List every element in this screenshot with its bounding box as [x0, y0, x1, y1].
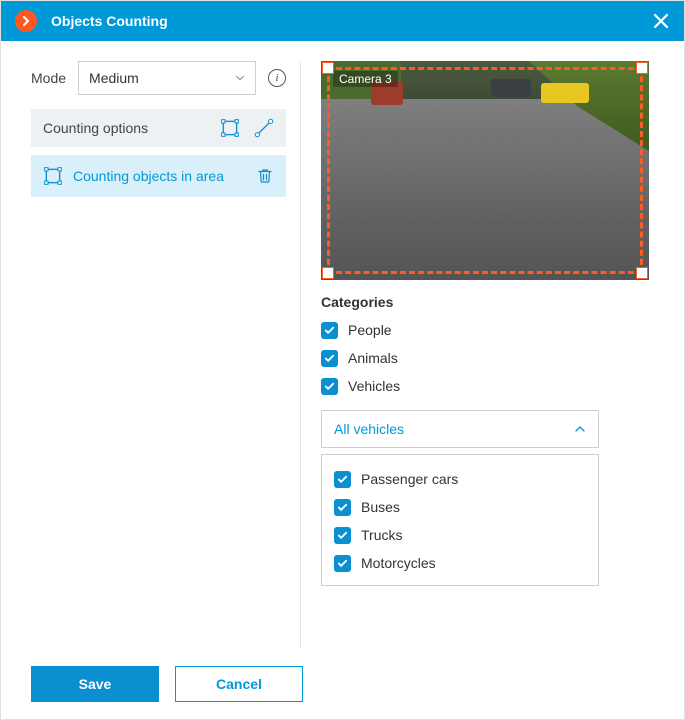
objects-counting-dialog: Objects Counting Mode Medium i Counting … — [0, 0, 685, 720]
close-button[interactable] — [652, 12, 670, 30]
category-label: Vehicles — [348, 378, 400, 394]
vehicles-dropdown-label: All vehicles — [334, 421, 404, 437]
vehicle-option-label: Buses — [361, 499, 400, 515]
area-tool-button[interactable] — [220, 118, 240, 138]
preview-scene — [321, 61, 649, 280]
cancel-button[interactable]: Cancel — [175, 666, 303, 702]
vehicle-option-label: Motorcycles — [361, 555, 436, 571]
category-vehicles[interactable]: Vehicles — [321, 372, 654, 400]
categories-title: Categories — [321, 294, 654, 310]
check-icon — [324, 381, 335, 392]
check-icon — [324, 325, 335, 336]
line-tool-button[interactable] — [254, 118, 274, 138]
chevron-down-icon — [235, 73, 245, 83]
vehicles-dropdown-toggle[interactable]: All vehicles — [322, 411, 598, 447]
line-icon — [254, 118, 274, 138]
vehicle-option-motorcycles[interactable]: Motorcycles — [334, 549, 586, 577]
category-animals[interactable]: Animals — [321, 344, 654, 372]
check-icon — [337, 530, 348, 541]
camera-preview[interactable]: Camera 3 — [321, 61, 649, 280]
vehicle-option-trucks[interactable]: Trucks — [334, 521, 586, 549]
counting-options-title: Counting options — [43, 120, 148, 136]
checkbox-vehicles[interactable] — [321, 378, 338, 395]
save-button[interactable]: Save — [31, 666, 159, 702]
delete-area-button[interactable] — [256, 167, 274, 185]
info-icon[interactable]: i — [268, 69, 286, 87]
check-icon — [324, 353, 335, 364]
dialog-body: Mode Medium i Counting options — [1, 41, 684, 649]
vehicle-option-label: Passenger cars — [361, 471, 458, 487]
checkbox-people[interactable] — [321, 322, 338, 339]
camera-label: Camera 3 — [333, 71, 398, 87]
selection-handle-br[interactable] — [636, 267, 648, 279]
close-icon — [652, 12, 670, 30]
vehicle-option-passenger-cars[interactable]: Passenger cars — [334, 465, 586, 493]
counting-area-item[interactable]: Counting objects in area — [31, 155, 286, 197]
vehicle-option-buses[interactable]: Buses — [334, 493, 586, 521]
right-panel: Camera 3 Categories People Animals — [321, 61, 654, 649]
category-people[interactable]: People — [321, 316, 654, 344]
chevron-right-icon — [20, 15, 32, 27]
checkbox[interactable] — [334, 471, 351, 488]
chevron-up-icon — [574, 423, 586, 435]
mode-label: Mode — [31, 70, 66, 86]
titlebar: Objects Counting — [1, 1, 684, 41]
selection-handle-tl[interactable] — [322, 62, 334, 74]
check-icon — [337, 558, 348, 569]
category-label: People — [348, 322, 392, 338]
check-icon — [337, 502, 348, 513]
dialog-title: Objects Counting — [51, 13, 168, 29]
category-label: Animals — [348, 350, 398, 366]
checkbox-animals[interactable] — [321, 350, 338, 367]
check-icon — [337, 474, 348, 485]
mode-select[interactable]: Medium — [78, 61, 256, 95]
trash-icon — [256, 167, 274, 185]
checkbox[interactable] — [334, 555, 351, 572]
vehicles-dropdown-panel: Passenger cars Buses Trucks — [321, 454, 599, 586]
mode-row: Mode Medium i — [31, 61, 286, 95]
checkbox[interactable] — [334, 499, 351, 516]
rectangle-select-icon — [220, 118, 240, 138]
vehicles-dropdown: All vehicles — [321, 410, 599, 448]
rectangle-select-icon — [43, 166, 63, 186]
mode-value: Medium — [89, 70, 139, 86]
counting-options-header: Counting options — [31, 109, 286, 147]
checkbox[interactable] — [334, 527, 351, 544]
selection-handle-tr[interactable] — [636, 62, 648, 74]
counting-area-label: Counting objects in area — [73, 168, 224, 184]
dialog-footer: Save Cancel — [1, 649, 684, 719]
left-panel: Mode Medium i Counting options — [31, 61, 301, 649]
vehicle-option-label: Trucks — [361, 527, 402, 543]
app-icon — [15, 10, 37, 32]
selection-handle-bl[interactable] — [322, 267, 334, 279]
